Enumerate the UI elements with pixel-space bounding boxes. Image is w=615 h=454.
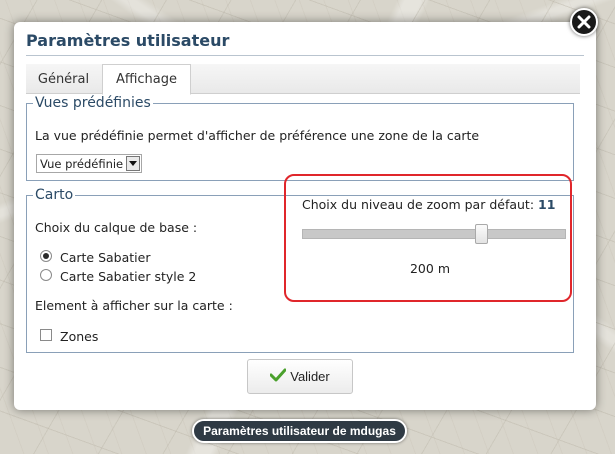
settings-dialog: Paramètres utilisateur Général Affichage… (14, 22, 596, 410)
checkmark-icon (269, 368, 287, 385)
valider-button[interactable]: Valider (247, 359, 353, 394)
vues-description: La vue prédéfinie permet d'afficher de p… (35, 128, 480, 143)
chevron-down-icon[interactable] (126, 156, 140, 171)
zones-checkbox[interactable] (40, 329, 52, 341)
user-settings-footer-label[interactable]: Paramètres utilisateur de mdugas (192, 419, 407, 443)
base-layer-label: Choix du calque de base : (35, 220, 198, 235)
carto-legend: Carto (35, 187, 74, 203)
zones-label[interactable]: Zones (60, 329, 98, 344)
zoom-slider[interactable] (302, 224, 566, 244)
vues-predefinies-legend: Vues prédéfinies (35, 95, 151, 111)
tab-general[interactable]: Général (26, 64, 101, 94)
vue-predefinie-value: Vue prédéfinie (40, 156, 124, 171)
dialog-title: Paramètres utilisateur (26, 31, 230, 50)
zoom-slider-handle[interactable] (475, 224, 488, 244)
elements-label: Element à afficher sur la carte : (35, 298, 233, 313)
zoom-highlight-box: Choix du niveau de zoom par défaut: 11 2… (284, 174, 572, 302)
tab-affichage[interactable]: Affichage (102, 64, 191, 95)
radio-label-carte-sabatier[interactable]: Carte Sabatier (60, 250, 151, 265)
zoom-label-text: Choix du niveau de zoom par défaut: (302, 197, 535, 212)
title-divider (26, 55, 584, 56)
radio-label-carte-sabatier-style-2[interactable]: Carte Sabatier style 2 (60, 269, 196, 284)
zoom-value: 11 (538, 197, 556, 212)
radio-carte-sabatier[interactable] (40, 250, 52, 262)
vue-predefinie-select[interactable]: Vue prédéfinie (36, 154, 142, 173)
zoom-scale-text: 200 m (409, 261, 450, 276)
radio-carte-sabatier-style-2[interactable] (40, 269, 52, 281)
zoom-label: Choix du niveau de zoom par défaut: 11 (302, 197, 555, 212)
tab-bar: Général Affichage (26, 64, 580, 95)
close-icon (577, 15, 591, 29)
close-button[interactable] (570, 8, 598, 36)
valider-label: Valider (290, 369, 330, 384)
